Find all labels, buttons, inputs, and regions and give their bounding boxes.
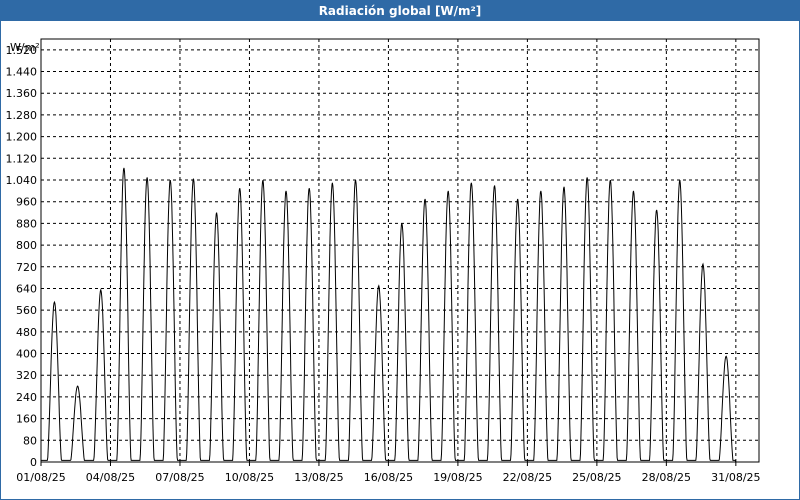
series-line <box>41 167 759 463</box>
x-tick-label: 28/08/25 <box>642 471 691 484</box>
chart-title: Radiación global [W/m²] <box>1 1 799 21</box>
x-tick-label: 13/08/25 <box>294 471 343 484</box>
x-tick-label: 16/08/25 <box>364 471 413 484</box>
y-tick-label: 80 <box>23 434 37 447</box>
y-tick-label: 720 <box>16 261 37 274</box>
y-tick-label: 1.200 <box>6 131 38 144</box>
x-tick-label: 04/08/25 <box>86 471 135 484</box>
y-tick-label: 560 <box>16 304 37 317</box>
series-line-group <box>41 167 759 463</box>
y-tick-label: 400 <box>16 348 37 361</box>
x-tick-label: 22/08/25 <box>503 471 552 484</box>
x-tick-label: 31/08/25 <box>711 471 760 484</box>
y-tick-label: 1.280 <box>6 109 38 122</box>
y-tick-label: 1.120 <box>6 152 38 165</box>
x-tick-label: 25/08/25 <box>572 471 621 484</box>
x-tick-label: 10/08/25 <box>225 471 274 484</box>
x-tick-label: 01/08/25 <box>16 471 65 484</box>
y-tick-label: 640 <box>16 282 37 295</box>
y-tick-label: 160 <box>16 413 37 426</box>
y-tick-labels: 0 80 160 240 320 400 480 560 640 720 800 880 960 1.04… <box>6 44 38 469</box>
y-tick-label: 1.440 <box>6 66 38 79</box>
x-tick-label: 07/08/25 <box>155 471 204 484</box>
y-tick-label: 960 <box>16 196 37 209</box>
y-tick-label: 320 <box>16 369 37 382</box>
y-tick-label: 0 <box>30 456 37 469</box>
y-tick-label: 1.520 <box>6 44 38 57</box>
chart-plot: W/m² 08016024032040048056064072080088096… <box>6 38 761 484</box>
x-tick-label: 19/08/25 <box>433 471 482 484</box>
y-tick-label: 880 <box>16 217 37 230</box>
chart-window: Radiación global [W/m²] W/m² 0 80 160 240 32… <box>0 0 800 500</box>
y-tick-label: 240 <box>16 391 37 404</box>
y-tick-label: 480 <box>16 326 37 339</box>
y-tick-label: 1.040 <box>6 174 38 187</box>
x-tick-labels: 01/08/25 04/08/25 07/08/25 10/08/25 13/08/25… <box>16 462 761 484</box>
y-tick-label: 800 <box>16 239 37 252</box>
y-tick-label: 1.360 <box>6 87 38 100</box>
